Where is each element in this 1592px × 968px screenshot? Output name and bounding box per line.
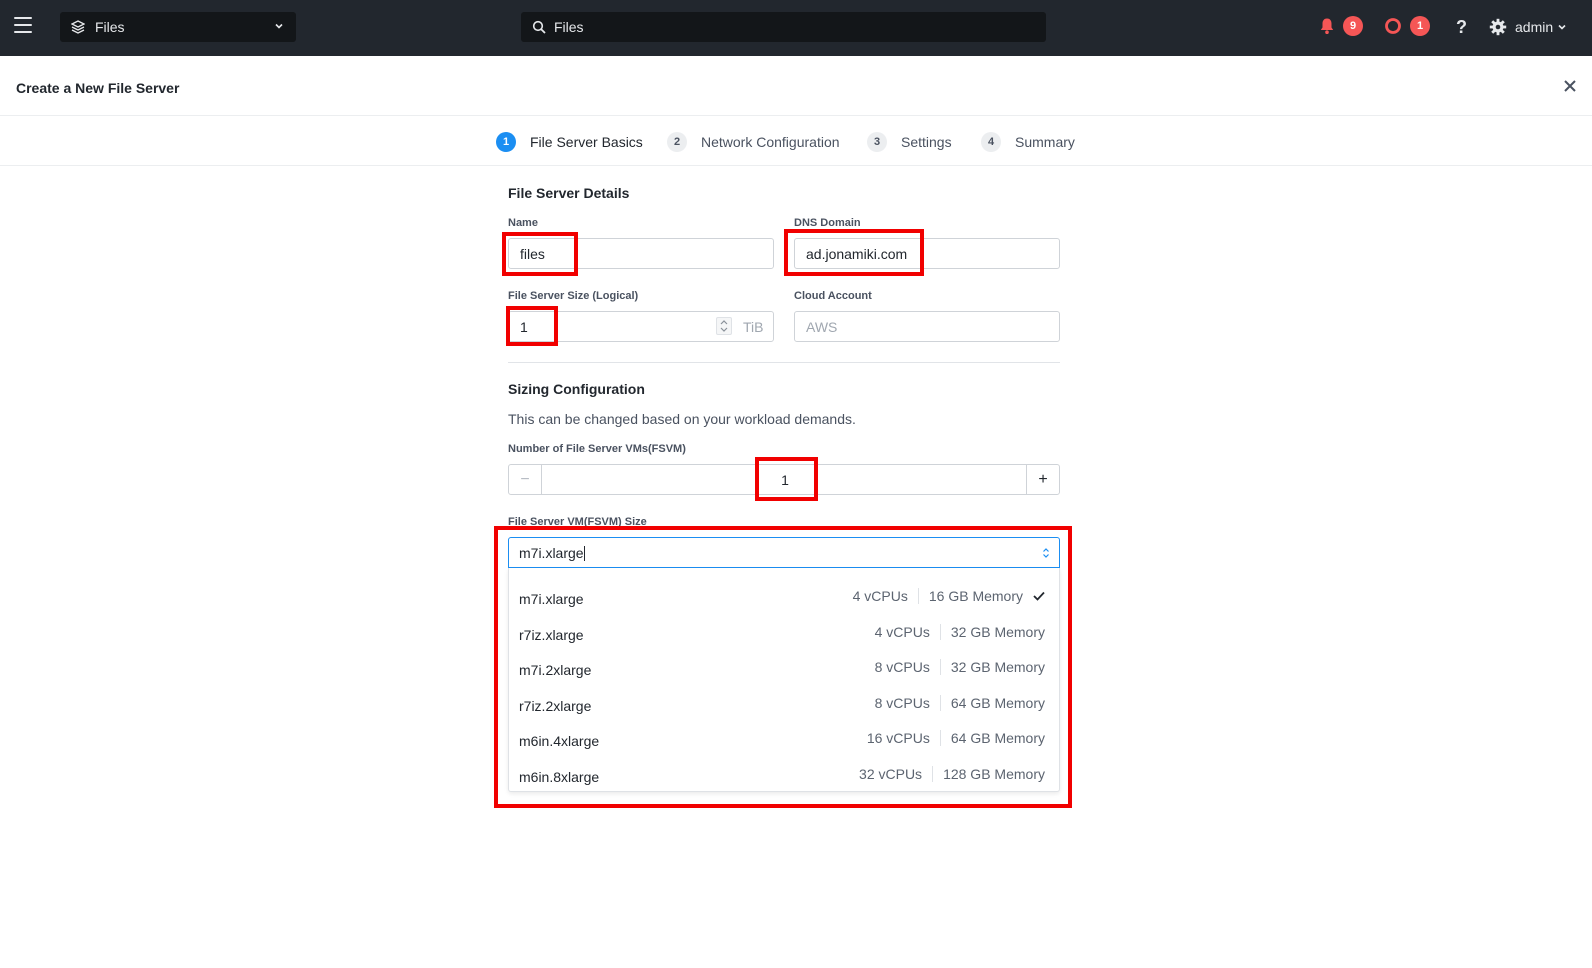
option-cpus: 32 vCPUs (859, 766, 923, 782)
dropdown-option-m6in-8xlarge[interactable]: m6in.8xlarge 32 vCPUs 128 GB Memory (509, 752, 1059, 788)
select-arrows-icon (1043, 548, 1049, 558)
tasks-button[interactable]: 1 (1384, 16, 1430, 36)
option-cpus: 8 vCPUs (874, 695, 930, 711)
gear-icon (1489, 18, 1507, 36)
section-divider (508, 362, 1060, 363)
option-separator (932, 766, 934, 782)
menu-icon[interactable] (14, 17, 32, 33)
dropdown-option-m7i-xlarge[interactable]: m7i.xlarge 4 vCPUs 16 GB Memory (509, 574, 1059, 610)
option-name: m7i.xlarge (519, 591, 584, 607)
page-title: Create a New File Server (16, 80, 180, 96)
text-cursor (583, 546, 585, 561)
user-name: admin (1515, 19, 1554, 35)
option-cpus: 4 vCPUs (852, 588, 908, 604)
option-separator (939, 730, 941, 746)
sizing-section-title: Sizing Configuration (508, 381, 645, 397)
option-cpus: 8 vCPUs (874, 659, 930, 675)
step-number: 1 (496, 132, 516, 152)
option-memory: 32 GB Memory (950, 624, 1045, 640)
option-name: m6in.8xlarge (519, 769, 600, 785)
option-memory: 64 GB Memory (950, 730, 1045, 746)
step-label: File Server Basics (530, 134, 643, 150)
decrement-button[interactable]: − (509, 465, 542, 494)
fsvm-size-label: File Server VM(FSVM) Size (508, 516, 647, 528)
top-navigation-bar: Files 9 1 ? (0, 0, 1592, 56)
step-summary[interactable]: 4 Summary (981, 132, 1075, 152)
details-section-title: File Server Details (508, 185, 630, 201)
name-label: Name (508, 217, 538, 229)
global-search-input[interactable] (554, 19, 1034, 35)
dns-domain-label: DNS Domain (794, 217, 861, 229)
step-number: 3 (867, 132, 887, 152)
option-memory: 32 GB Memory (950, 659, 1045, 675)
option-name: r7iz.2xlarge (519, 698, 592, 714)
step-label: Summary (1015, 134, 1075, 150)
search-icon (532, 20, 546, 34)
dropdown-option-r7iz-xlarge[interactable]: r7iz.xlarge 4 vCPUs 32 GB Memory (509, 610, 1059, 646)
step-number: 2 (667, 132, 687, 152)
step-label: Network Configuration (701, 134, 840, 150)
up-down-arrows-icon (720, 320, 728, 332)
step-label: Settings (901, 134, 952, 150)
dropdown-option-m7i-2xlarge[interactable]: m7i.2xlarge 8 vCPUs 32 GB Memory (509, 645, 1059, 681)
fsvm-size-dropdown-menu: m7i.xlarge 4 vCPUs 16 GB Memory r7iz.xla… (508, 568, 1060, 792)
settings-user-menu[interactable]: admin (1489, 18, 1567, 36)
chevron-down-icon (275, 23, 283, 29)
cloud-account-label: Cloud Account (794, 290, 872, 302)
chevron-down-icon (1558, 24, 1566, 30)
fsvm-count-label: Number of File Server VMs(FSVM) (508, 443, 686, 455)
fsvm-count-value[interactable]: 1 (769, 472, 801, 488)
modal-header: Create a New File Server (0, 57, 1592, 116)
fsvm-count-stepper: − 1 + (508, 464, 1060, 495)
option-separator (917, 588, 919, 604)
step-network-configuration[interactable]: 2 Network Configuration (667, 132, 840, 152)
cloud-account-field (794, 311, 1060, 342)
sizing-helper-text: This can be changed based on your worklo… (508, 411, 856, 427)
close-icon[interactable] (1563, 79, 1577, 93)
name-field[interactable] (508, 238, 774, 269)
fsvm-size-select[interactable]: m7i.xlarge (508, 537, 1060, 568)
option-name: r7iz.xlarge (519, 627, 584, 643)
option-memory: 128 GB Memory (943, 766, 1045, 782)
fsvm-size-select-value: m7i.xlarge (519, 545, 584, 561)
app-switcher-label: Files (95, 19, 125, 35)
tasks-ring-icon (1385, 18, 1401, 34)
option-memory: 16 GB Memory (928, 588, 1023, 604)
option-separator (939, 659, 941, 675)
tasks-count-badge: 1 (1410, 16, 1430, 36)
option-memory: 64 GB Memory (950, 695, 1045, 711)
increment-button[interactable]: + (1026, 465, 1059, 494)
option-separator (939, 695, 941, 711)
step-number: 4 (981, 132, 1001, 152)
global-search-box[interactable] (521, 12, 1046, 42)
checkmark-icon (1033, 591, 1045, 601)
step-file-server-basics[interactable]: 1 File Server Basics (496, 132, 643, 152)
option-cpus: 16 vCPUs (866, 730, 930, 746)
step-settings[interactable]: 3 Settings (867, 132, 952, 152)
dropdown-option-m6in-4xlarge[interactable]: m6in.4xlarge 16 vCPUs 64 GB Memory (509, 716, 1059, 752)
dropdown-option-r7iz-2xlarge[interactable]: r7iz.2xlarge 8 vCPUs 64 GB Memory (509, 681, 1059, 717)
wizard-stepper: 1 File Server Basics 2 Network Configura… (0, 117, 1592, 166)
option-name: m7i.2xlarge (519, 662, 592, 678)
bell-icon (1320, 18, 1334, 34)
files-app-icon (71, 20, 85, 34)
option-separator (939, 624, 941, 640)
app-switcher-dropdown[interactable]: Files (60, 12, 296, 42)
alerts-button[interactable]: 9 (1319, 16, 1363, 36)
size-stepper-arrows[interactable] (716, 317, 732, 335)
option-cpus: 4 vCPUs (874, 624, 930, 640)
size-unit: TiB (743, 319, 764, 335)
dns-domain-field[interactable] (794, 238, 1060, 269)
alerts-count-badge: 9 (1343, 16, 1363, 36)
question-mark-icon: ? (1456, 17, 1467, 37)
file-server-size-field[interactable] (508, 311, 774, 342)
help-button[interactable]: ? (1456, 17, 1467, 38)
option-name: m6in.4xlarge (519, 733, 600, 749)
file-server-size-label: File Server Size (Logical) (508, 290, 639, 302)
